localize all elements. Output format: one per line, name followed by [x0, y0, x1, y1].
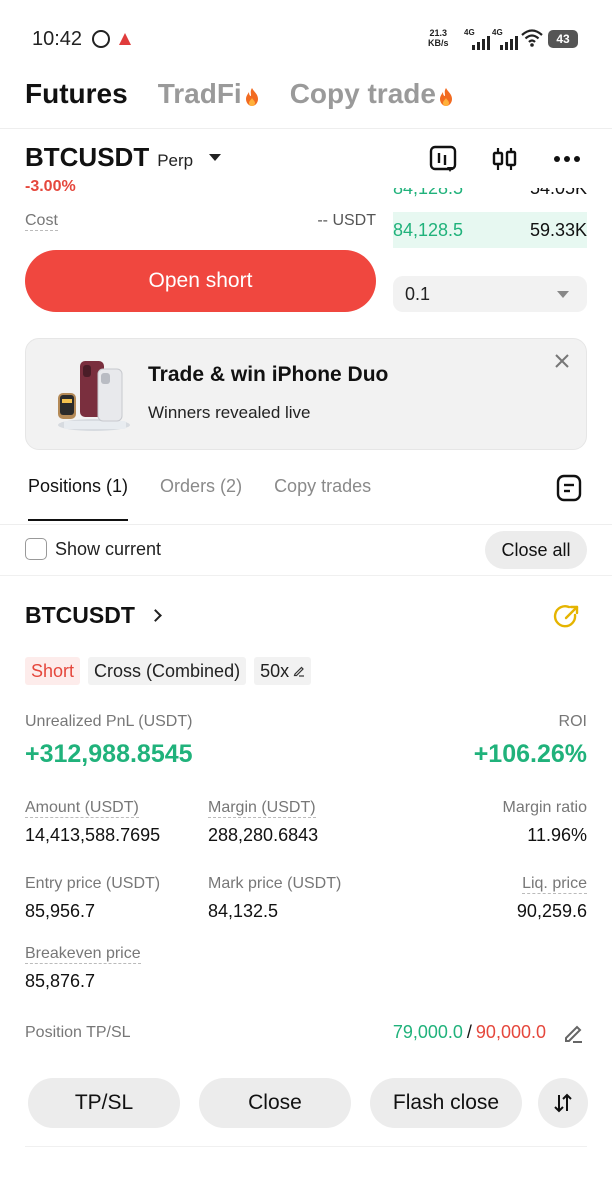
- tab-futures-label: Futures: [25, 78, 128, 109]
- position-symbol-name: BTCUSDT: [25, 602, 135, 628]
- amount-label: Amount (USDT): [25, 799, 139, 818]
- cost-label: Cost: [25, 212, 58, 231]
- price-change: -3.00%: [25, 178, 76, 195]
- pnl-value: +312,988.8545: [25, 740, 193, 768]
- margin-label: Margin (USDT): [208, 799, 316, 818]
- margin-ratio-label: Margin ratio: [502, 799, 587, 816]
- chevron-right-icon: [149, 609, 162, 622]
- checkbox[interactable]: [25, 538, 47, 560]
- entry-price-label: Entry price (USDT): [25, 875, 161, 892]
- fire-icon: [439, 88, 452, 106]
- caret-down-icon: [557, 290, 569, 298]
- liq-price-label: Liq. price: [522, 875, 587, 894]
- tpsl-label: Position TP/SL: [25, 1024, 131, 1041]
- breakeven-label: Breakeven price: [25, 945, 141, 964]
- orderbook-price: 84,128.5: [393, 219, 464, 240]
- caret-down-icon: [209, 154, 222, 161]
- orderbook-row-partial: 84,128.5 54.05K: [393, 188, 587, 204]
- net-speed-value: 21.3: [429, 28, 448, 38]
- show-current-toggle[interactable]: Show current: [25, 538, 161, 560]
- close-all-button[interactable]: Close all: [485, 531, 587, 569]
- orderbook-price: 84,128.5: [393, 188, 464, 198]
- margin-ratio-value: 11.96%: [527, 825, 587, 845]
- leverage-value: 50x: [260, 660, 290, 681]
- symbol-type: Perp: [157, 151, 194, 170]
- share-icon[interactable]: [553, 603, 581, 631]
- notification-icon: [119, 33, 131, 45]
- tpsl-values: 79,000.0 / 90,000.0: [393, 1022, 546, 1043]
- entry-price-value: 85,956.7: [25, 901, 96, 921]
- leverage-badge[interactable]: 50x: [254, 657, 312, 685]
- tab-copy-trades[interactable]: Copy trades: [274, 476, 371, 521]
- divider: [0, 524, 612, 525]
- position-tags: Short Cross (Combined) 50x: [25, 657, 312, 685]
- mark-price-label: Mark price (USDT): [208, 875, 342, 892]
- show-current-label: Show current: [55, 538, 162, 559]
- swap-icon: [554, 1093, 572, 1113]
- tab-copy-trade-label: Copy trade: [289, 78, 436, 109]
- orderbook-qty: 59.33K: [529, 219, 587, 240]
- cost-value: -- USDT: [317, 212, 376, 229]
- close-button[interactable]: Close: [199, 1078, 351, 1128]
- mark-price-value: 84,132.5: [208, 901, 279, 921]
- liq-price-value: 90,259.6: [516, 901, 587, 921]
- position-tabs: Positions (1) Orders (2) Copy trades: [28, 476, 371, 521]
- edit-icon[interactable]: [562, 1022, 584, 1044]
- sl-value: 90,000.0: [475, 1022, 546, 1042]
- net-speed-unit: KB/s: [428, 38, 449, 48]
- breakeven-value: 85,876.7: [25, 971, 96, 991]
- banner-title: Trade & win iPhone Duo: [148, 363, 389, 386]
- fire-icon: [245, 88, 258, 106]
- iphone-promo-image: [58, 361, 130, 431]
- symbol-name: BTCUSDT: [25, 142, 150, 172]
- document-icon[interactable]: [556, 474, 582, 502]
- top-tabs: Futures TradFi Copy trade: [25, 78, 454, 110]
- divider: [0, 128, 612, 129]
- promo-banner[interactable]: Trade & win iPhone Duo Winners revealed …: [25, 338, 587, 450]
- wifi-icon: [521, 29, 543, 47]
- position-symbol[interactable]: BTCUSDT: [25, 602, 162, 629]
- amount-value: 14,413,588.7695: [25, 825, 161, 845]
- whatsapp-icon: [92, 30, 110, 48]
- more-icon[interactable]: [552, 144, 582, 174]
- tab-positions[interactable]: Positions (1): [28, 476, 129, 521]
- candlestick-icon[interactable]: [490, 144, 520, 174]
- symbol-selector[interactable]: BTCUSDT Perp: [25, 142, 222, 173]
- net-speed: 21.3 KB/s: [428, 28, 449, 48]
- signal-icon: 4G: [464, 28, 490, 50]
- header-icons: [428, 144, 582, 174]
- pnl-label: Unrealized PnL (USDT): [25, 713, 193, 730]
- quantity-value: 0.1: [405, 283, 431, 304]
- divider: [0, 575, 612, 576]
- tab-orders[interactable]: Orders (2): [160, 476, 242, 521]
- tpsl-button[interactable]: TP/SL: [28, 1078, 180, 1128]
- battery-icon: 43: [548, 30, 578, 48]
- roi-label: ROI: [558, 713, 587, 730]
- side-badge: Short: [25, 657, 81, 685]
- margin-mode-badge: Cross (Combined): [88, 657, 247, 685]
- reverse-position-button[interactable]: [538, 1078, 588, 1128]
- close-icon[interactable]: [552, 351, 572, 371]
- edit-icon: [293, 666, 305, 677]
- tab-tradfi[interactable]: TradFi: [158, 78, 260, 110]
- quantity-select[interactable]: 0.1: [393, 276, 587, 312]
- tp-value: 79,000.0: [392, 1022, 463, 1042]
- status-time: 10:42: [32, 28, 83, 50]
- signal-icon-2: 4G: [492, 28, 518, 50]
- chart-icon[interactable]: [428, 144, 458, 174]
- status-bar: 10:42 21.3 KB/s 4G 4G 43: [0, 0, 612, 70]
- open-short-button[interactable]: Open short: [25, 250, 376, 312]
- margin-value: 288,280.6843: [208, 825, 319, 845]
- tpsl-separator: /: [466, 1022, 472, 1042]
- divider: [25, 1146, 587, 1147]
- orderbook-qty: 54.05K: [529, 188, 587, 198]
- banner-subtitle: Winners revealed live: [148, 403, 311, 422]
- tab-tradfi-label: TradFi: [157, 78, 242, 109]
- tab-futures[interactable]: Futures: [25, 78, 128, 110]
- orderbook-row[interactable]: 84,128.5 59.33K: [393, 212, 587, 248]
- roi-value: +106.26%: [473, 740, 587, 768]
- tab-copy-trade[interactable]: Copy trade: [290, 78, 454, 110]
- flash-close-button[interactable]: Flash close: [370, 1078, 522, 1128]
